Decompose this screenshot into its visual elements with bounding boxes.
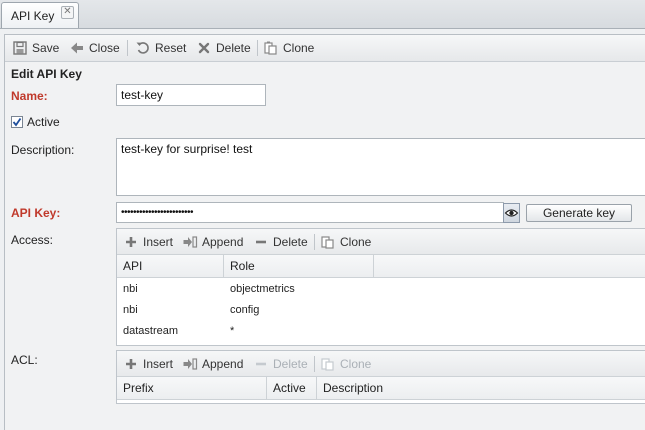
active-checkbox[interactable]: [11, 116, 23, 128]
generate-key-button[interactable]: Generate key: [526, 204, 632, 222]
access-grid: Insert Append Delete Clone API Role nbi …: [116, 228, 645, 346]
cell-api: datastream: [123, 325, 179, 337]
append-icon: [182, 234, 198, 250]
acl-delete-label: Delete: [273, 357, 308, 371]
toolbar-divider: [127, 40, 128, 56]
acl-grid: Insert Append Delete Clone Prefix Active…: [116, 350, 645, 404]
access-grid-header: API Role: [117, 255, 645, 278]
access-grid-toolbar: Insert Append Delete Clone: [117, 229, 645, 255]
acl-clone-button[interactable]: Clone: [320, 356, 371, 372]
clone-label: Clone: [283, 41, 315, 55]
acl-clone-label: Clone: [340, 357, 372, 371]
access-append-label: Append: [202, 235, 244, 249]
table-row[interactable]: nbi config: [117, 300, 645, 321]
acl-append-label: Append: [202, 357, 244, 371]
access-clone-button[interactable]: Clone: [320, 234, 371, 250]
delete-label: Delete: [216, 41, 251, 55]
minus-icon: [253, 234, 269, 250]
access-insert-button[interactable]: Insert: [123, 234, 173, 250]
clone-button[interactable]: Clone: [263, 40, 314, 56]
access-clone-label: Clone: [340, 235, 372, 249]
acl-insert-label: Insert: [143, 357, 174, 371]
cell-role: objectmetrics: [230, 283, 295, 295]
arrow-left-icon: [69, 40, 85, 56]
form-title: Edit API Key: [11, 67, 82, 81]
acl-append-button[interactable]: Append: [182, 356, 243, 372]
description-field[interactable]: test-key for surprise! test: [116, 138, 645, 196]
active-label: Active: [27, 115, 60, 129]
plus-icon: [123, 234, 139, 250]
show-password-button[interactable]: [503, 203, 520, 223]
close-icon[interactable]: ✕: [61, 6, 74, 19]
acl-grid-header: Prefix Active Description: [117, 377, 645, 400]
description-label: Description:: [11, 143, 75, 157]
column-header-role[interactable]: Role: [224, 255, 374, 277]
append-icon: [182, 356, 198, 372]
toolbar-divider: [257, 40, 258, 56]
access-label: Access:: [11, 233, 54, 247]
cell-api: nbi: [123, 283, 138, 295]
eye-icon: [504, 209, 519, 217]
delete-button[interactable]: Delete: [196, 40, 251, 56]
close-button[interactable]: Close: [69, 40, 120, 56]
plus-icon: [123, 356, 139, 372]
toolbar-divider: [314, 356, 315, 372]
table-row[interactable]: nbi objectmetrics: [117, 279, 645, 300]
acl-delete-button[interactable]: Delete: [253, 356, 308, 372]
acl-insert-button[interactable]: Insert: [123, 356, 173, 372]
toolbar-divider: [314, 234, 315, 250]
floppy-disk-icon: [12, 40, 28, 56]
column-header-prefix[interactable]: Prefix: [117, 377, 267, 399]
name-field[interactable]: test-key: [116, 84, 266, 106]
acl-label: ACL:: [11, 353, 38, 367]
save-button[interactable]: Save: [12, 40, 59, 56]
reset-label: Reset: [155, 41, 187, 55]
minus-icon: [253, 356, 269, 372]
name-label: Name:: [11, 89, 48, 103]
access-append-button[interactable]: Append: [182, 234, 243, 250]
apikey-label: API Key:: [11, 206, 61, 220]
reset-button[interactable]: Reset: [135, 40, 186, 56]
acl-grid-toolbar: Insert Append Delete Clone: [117, 351, 645, 377]
column-header-description[interactable]: Description: [317, 377, 645, 399]
undo-icon: [135, 40, 151, 56]
main-toolbar: Save Close Reset Delete Clone: [5, 35, 645, 62]
access-insert-label: Insert: [143, 235, 174, 249]
clone-icon: [263, 40, 279, 56]
save-label: Save: [32, 41, 60, 55]
table-row[interactable]: datastream *: [117, 321, 645, 342]
cell-api: nbi: [123, 304, 138, 316]
tab-bar: API Key ✕: [0, 0, 645, 29]
cell-role: *: [230, 325, 235, 337]
apikey-field[interactable]: ••••••••••••••••••••••••: [116, 202, 504, 223]
access-delete-label: Delete: [273, 235, 308, 249]
delete-x-icon: [196, 40, 212, 56]
clone-icon: [320, 234, 336, 250]
clone-icon: [320, 356, 336, 372]
tab-api-key[interactable]: API Key ✕: [1, 2, 79, 28]
column-header-api[interactable]: API: [117, 255, 224, 277]
column-header-active[interactable]: Active: [267, 377, 317, 399]
access-delete-button[interactable]: Delete: [253, 234, 308, 250]
edit-panel: Save Close Reset Delete Clone Edit API K…: [4, 34, 645, 430]
cell-role: config: [230, 304, 260, 316]
tab-label: API Key: [11, 9, 55, 23]
close-label: Close: [89, 41, 120, 55]
